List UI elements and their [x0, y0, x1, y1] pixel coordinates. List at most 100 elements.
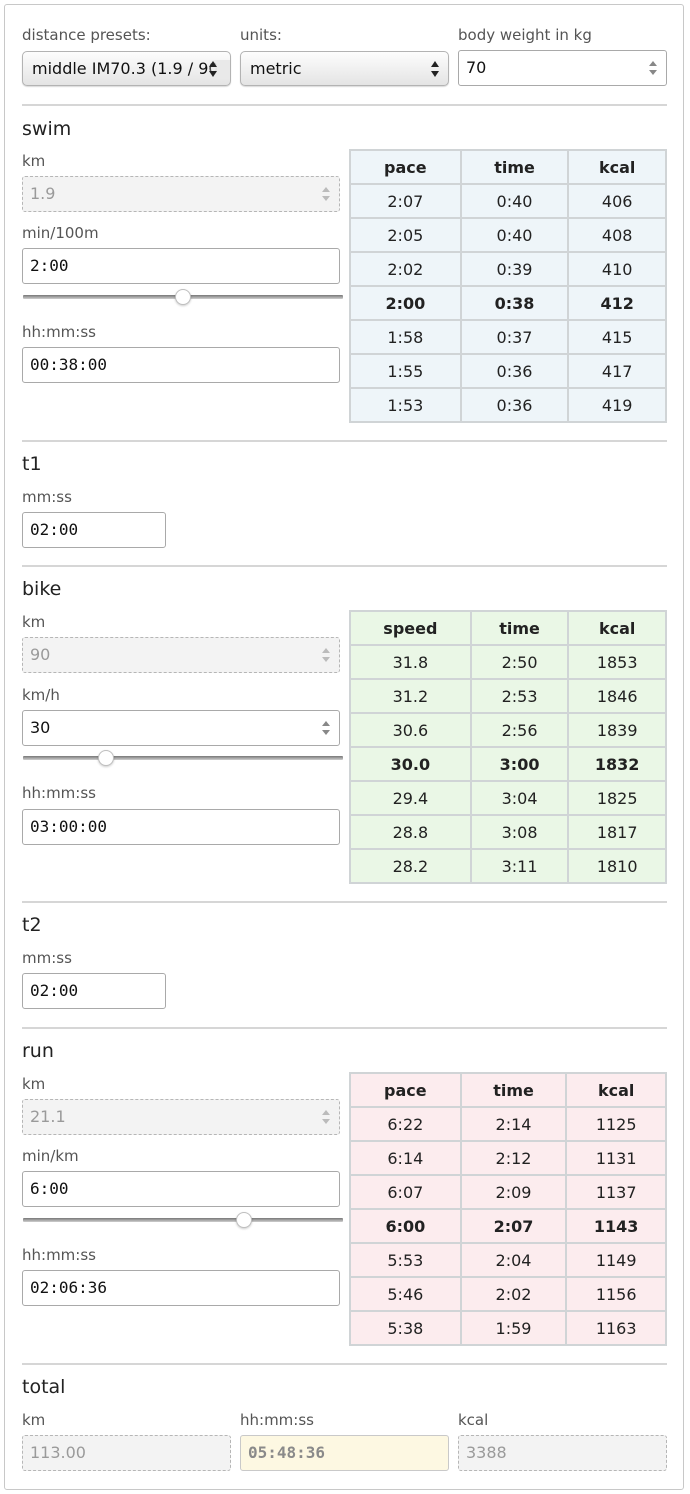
table-header-row: pace time kcal	[349, 1072, 667, 1108]
table-row: 2:02 0:39 410	[349, 251, 667, 287]
bike-speed-input[interactable]: 30	[22, 710, 340, 746]
total-heading: total	[22, 1376, 66, 1398]
table-cell: 0:39	[459, 251, 570, 287]
table-cell: 1163	[565, 1310, 667, 1346]
table-header-cell: pace	[349, 1072, 462, 1108]
table-row: 29.4 3:04 1825	[349, 780, 667, 816]
swim-pace-table: pace time kcal 2:07 0:40 406 2:05 0:40 408 2:02 0:…	[349, 149, 667, 423]
current-table-row: 2:00 0:38 412	[349, 285, 667, 321]
table-cell: 0:37	[459, 319, 570, 355]
bike-time-label: hh:mm:ss	[22, 784, 96, 802]
t2-time-input[interactable]: 02:00	[22, 973, 166, 1009]
distance-preset-value: middle IM70.3 (1.9 / 90 / 21.1)	[32, 59, 230, 78]
table-row: 2:05 0:40 408	[349, 217, 667, 253]
bike-time-value: 03:00:00	[30, 817, 108, 836]
t1-time-input[interactable]: 02:00	[22, 512, 166, 548]
slider-track[interactable]	[23, 1218, 343, 1222]
select-arrows-icon	[430, 60, 440, 78]
table-cell: 3:04	[469, 780, 570, 816]
run-distance-value: 21.1	[30, 1107, 66, 1126]
table-row: 6:07 2:09 1137	[349, 1174, 667, 1210]
units-select[interactable]: metric	[240, 51, 449, 86]
table-cell: 0:36	[459, 387, 570, 423]
table-cell: 1810	[567, 848, 667, 884]
table-header-cell: kcal	[567, 610, 667, 646]
swim-pace-slider[interactable]	[23, 289, 343, 305]
divider	[22, 104, 667, 106]
table-cell: 412	[567, 285, 667, 321]
table-cell: 2:53	[469, 678, 570, 714]
table-cell: 406	[567, 183, 667, 219]
table-cell: 5:38	[349, 1310, 462, 1346]
current-table-row: 6:00 2:07 1143	[349, 1208, 667, 1244]
swim-distance-value: 1.9	[30, 184, 56, 203]
swim-pace-input[interactable]: 2:00	[22, 248, 340, 284]
slider-track[interactable]	[23, 756, 343, 760]
slider-thumb[interactable]	[235, 1212, 252, 1228]
table-cell: 1853	[567, 644, 667, 680]
table-row: 5:46 2:02 1156	[349, 1276, 667, 1312]
table-row: 2:07 0:40 406	[349, 183, 667, 219]
divider	[22, 440, 667, 442]
total-kcal-value: 3388	[466, 1443, 507, 1462]
units-label: units:	[240, 26, 282, 44]
t1-time-label: mm:ss	[22, 488, 72, 506]
select-arrows-icon	[208, 60, 230, 78]
slider-thumb[interactable]	[175, 289, 191, 305]
table-cell: 1832	[567, 746, 667, 782]
table-cell: 2:02	[459, 1276, 568, 1312]
table-cell: 1131	[565, 1140, 667, 1176]
t2-heading: t2	[22, 914, 42, 936]
table-row: 1:53 0:36 419	[349, 387, 667, 423]
run-pace-value: 6:00	[30, 1179, 69, 1198]
divider	[22, 1363, 667, 1365]
table-header-cell: kcal	[565, 1072, 667, 1108]
table-cell: 0:40	[459, 217, 570, 253]
swim-time-input[interactable]: 00:38:00	[22, 347, 340, 383]
total-time-value: 05:48:36	[248, 1443, 326, 1462]
table-header-cell: time	[459, 149, 570, 185]
body-weight-input[interactable]: 70	[458, 50, 667, 86]
table-cell: 2:09	[459, 1174, 568, 1210]
bike-speed-slider[interactable]	[23, 750, 343, 766]
spinner-icon	[322, 186, 330, 202]
bike-time-input[interactable]: 03:00:00	[22, 809, 340, 845]
table-cell: 2:50	[469, 644, 570, 680]
table-row: 1:58 0:37 415	[349, 319, 667, 355]
run-time-input[interactable]: 02:06:36	[22, 1270, 340, 1306]
table-cell: 2:07	[349, 183, 462, 219]
table-cell: 30.6	[349, 712, 472, 748]
slider-thumb[interactable]	[98, 750, 115, 766]
table-cell: 0:40	[459, 183, 570, 219]
run-pace-slider[interactable]	[23, 1212, 343, 1228]
total-km-label: km	[22, 1411, 46, 1429]
table-row: 6:14 2:12 1131	[349, 1140, 667, 1176]
spinner-icon[interactable]	[322, 720, 330, 736]
swim-heading: swim	[22, 118, 72, 140]
body-weight-value: 70	[466, 58, 487, 77]
table-cell: 6:00	[349, 1208, 462, 1244]
table-cell: 2:02	[349, 251, 462, 287]
bike-distance-input: 90	[22, 637, 340, 673]
table-cell: 1:55	[349, 353, 462, 389]
swim-distance-input: 1.9	[22, 176, 340, 212]
table-header-row: speed time kcal	[349, 610, 667, 646]
run-time-value: 02:06:36	[30, 1278, 108, 1297]
bike-speed-table: speed time kcal 31.8 2:50 1853 31.2 2:53 1846 30.…	[349, 610, 667, 884]
table-cell: 30.0	[349, 746, 472, 782]
spinner-icon[interactable]	[649, 60, 657, 76]
distance-preset-select[interactable]: middle IM70.3 (1.9 / 90 / 21.1)	[22, 51, 231, 86]
run-pace-input[interactable]: 6:00	[22, 1171, 340, 1207]
table-cell: 28.2	[349, 848, 472, 884]
table-cell: 1137	[565, 1174, 667, 1210]
table-cell: 1825	[567, 780, 667, 816]
run-pace-table: pace time kcal 6:22 2:14 1125 6:14 2:12 1131 6:07…	[349, 1072, 667, 1346]
t2-time-value: 02:00	[30, 981, 79, 1000]
weight-label: body weight in kg	[458, 26, 592, 44]
table-cell: 2:00	[349, 285, 462, 321]
table-cell: 6:14	[349, 1140, 462, 1176]
table-cell: 31.2	[349, 678, 472, 714]
t2-time-label: mm:ss	[22, 949, 72, 967]
table-row: 28.2 3:11 1810	[349, 848, 667, 884]
table-cell: 3:00	[469, 746, 570, 782]
